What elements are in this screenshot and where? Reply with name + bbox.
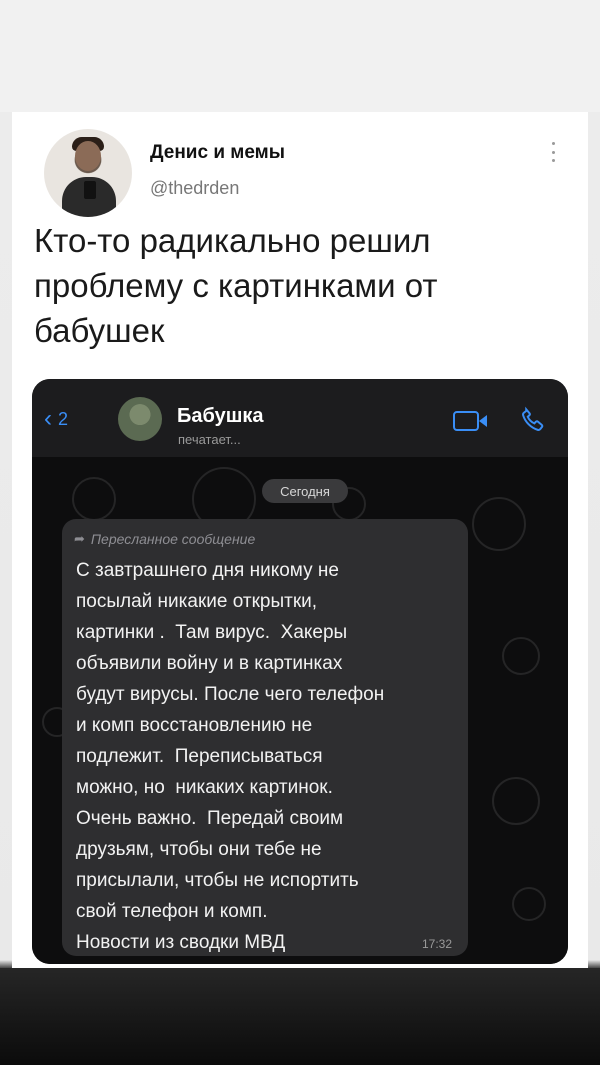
contact-status: печатает...: [178, 432, 241, 447]
phone-icon[interactable]: [518, 405, 548, 435]
message-text: С завтрашнего дня никому не посылай ника…: [76, 560, 385, 953]
tweet-text: Кто-то радикально решил проблему с карти…: [34, 222, 438, 349]
bottom-background: [0, 968, 600, 1065]
tweet-author-name[interactable]: Денис и мемы: [150, 142, 285, 164]
unread-count: 2: [58, 408, 69, 429]
forward-arrow-icon: ➦: [74, 531, 85, 546]
chat-screenshot: ‹ 2 Бабушка печатает... Сегодня ➦ Пересл…: [32, 379, 568, 964]
video-call-icon[interactable]: [453, 411, 487, 431]
top-background: [0, 0, 600, 112]
forwarded-label: ➦ Пересланное сообщение: [74, 531, 255, 547]
contact-avatar[interactable]: [118, 397, 162, 441]
message-bubble[interactable]: ➦ Пересланное сообщение С завтрашнего дн…: [62, 519, 468, 956]
date-pill: Сегодня: [262, 479, 348, 503]
message-time: 17:32: [422, 937, 453, 951]
tweet-card: Денис и мемы @thedrden Кто-то радикально…: [12, 112, 588, 968]
back-chevron-icon: ‹: [44, 405, 52, 432]
tweet-avatar[interactable]: [44, 129, 132, 217]
forwarded-text: Пересланное сообщение: [90, 531, 256, 547]
contact-name[interactable]: Бабушка: [177, 405, 264, 428]
more-dots-icon[interactable]: [552, 142, 556, 162]
tweet-author-handle[interactable]: @thedrden: [150, 178, 239, 199]
back-button[interactable]: ‹ 2: [44, 405, 68, 433]
chat-header: ‹ 2 Бабушка печатает...: [32, 379, 568, 457]
